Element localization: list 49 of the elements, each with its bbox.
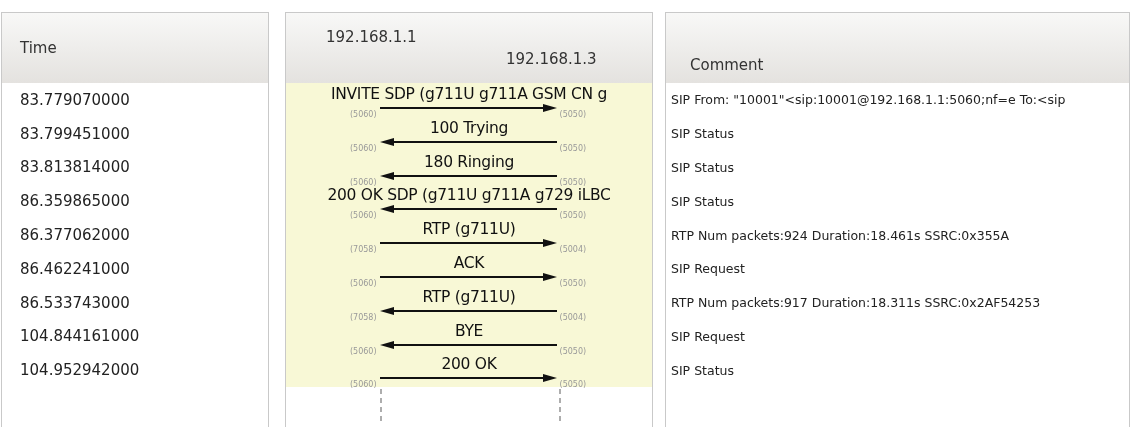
port-label: (5050) xyxy=(558,379,588,390)
column-header: Time xyxy=(20,39,57,57)
time-cell: 104.952942000 xyxy=(20,361,140,380)
port-label: (5050) xyxy=(558,278,588,288)
message-label: ACK xyxy=(452,254,486,272)
port-label: (5060) xyxy=(348,109,378,119)
message-label: RTP (g711U) xyxy=(421,287,517,306)
message-label: 100 Trying xyxy=(428,118,510,137)
time-cell: 86.533743000 xyxy=(20,293,130,312)
port-label: (5050) xyxy=(558,176,588,187)
port-label: (5060) xyxy=(348,278,378,288)
comment-cell: SIP Status xyxy=(671,160,734,175)
message-label: RTP (g711U) xyxy=(421,220,517,239)
time-cell: 86.462241000 xyxy=(20,259,130,278)
port-label: (5060) xyxy=(348,345,378,356)
time-cell: 86.377062000 xyxy=(20,226,130,245)
port-label: (7058) xyxy=(348,244,378,255)
column-header: Comment xyxy=(690,56,764,74)
host-address: 192.168.1.1 xyxy=(325,28,418,46)
time-cell: 86.359865000 xyxy=(20,192,130,211)
comment-cell: SIP Request xyxy=(671,261,745,277)
message-label: 200 OK xyxy=(440,355,498,374)
port-label: (5050) xyxy=(558,210,588,221)
comment-cell: SIP From: "10001"<sip:10001@192.168.1.1:5060;nf=e To:<sip xyxy=(671,92,1066,108)
time-cell: 83.779070000 xyxy=(20,90,130,109)
comment-cell: SIP Request xyxy=(671,328,745,344)
comment-cell: RTP Num packets:917 Duration:18.311s SSRC:0x2AF54253 xyxy=(671,295,1041,311)
port-label: (5050) xyxy=(558,142,588,153)
port-label: (5060) xyxy=(348,379,378,390)
port-label: (5004) xyxy=(558,311,588,322)
time-cell: 83.799451000 xyxy=(20,124,130,143)
port-label: (5004) xyxy=(558,244,588,255)
comment-cell: SIP Status xyxy=(671,126,734,142)
comment-cell: RTP Num packets:924 Duration:18.461s SSRC:0x355A xyxy=(671,227,1010,243)
message-label: 200 OK SDP (g711U g711A g729 iLBC xyxy=(326,186,612,205)
port-label: (5060) xyxy=(348,176,378,187)
port-label: (5060) xyxy=(348,210,378,221)
port-label: (5050) xyxy=(558,345,588,356)
message-label: INVITE SDP (g711U g711A GSM CN g xyxy=(330,85,608,103)
host-address: 192.168.1.3 xyxy=(505,50,598,68)
time-cell: 83.813814000 xyxy=(20,158,130,177)
message-label: BYE xyxy=(453,321,485,340)
port-label: (7058) xyxy=(348,311,378,322)
port-label: (5060) xyxy=(348,142,378,153)
time-cell: 104.844161000 xyxy=(20,327,140,346)
port-label: (5050) xyxy=(558,109,588,119)
comment-cell: SIP Status xyxy=(671,193,734,209)
message-label: 180 Ringing xyxy=(423,152,515,171)
comment-cell: SIP Status xyxy=(671,362,734,378)
